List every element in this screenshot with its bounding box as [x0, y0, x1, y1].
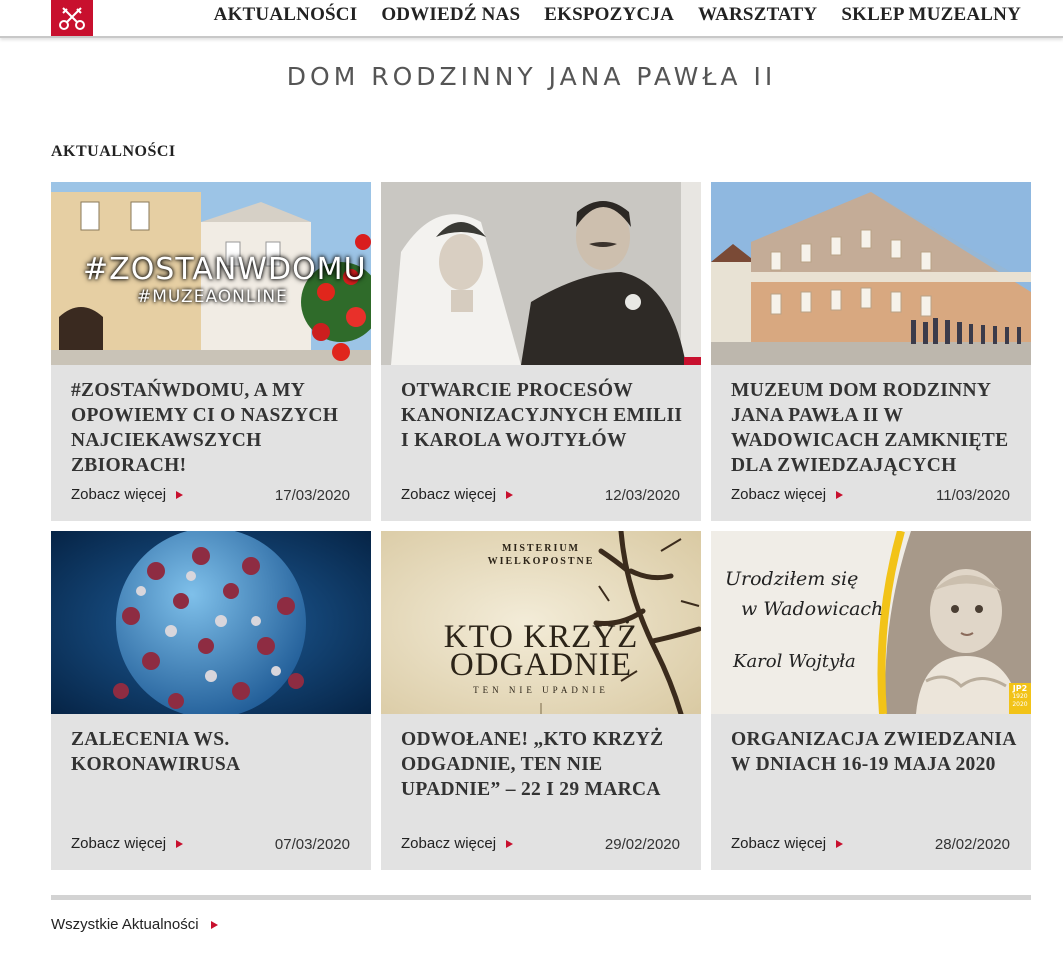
museum-logo[interactable]: [51, 0, 93, 36]
news-card[interactable]: MUZEUM DOM RODZINNY JANA PAWŁA II W WADO…: [711, 182, 1031, 521]
news-date: 12/03/2020: [604, 487, 680, 504]
read-more-link[interactable]: Zobacz więcej: [731, 486, 844, 503]
read-more-link[interactable]: Zobacz więcej: [71, 835, 184, 852]
read-more-label: Zobacz więcej: [71, 486, 167, 503]
nav-warsztaty[interactable]: WARSZTATY: [698, 4, 817, 26]
play-arrow-icon: [210, 920, 218, 929]
jp2-badge-year-end: 2020: [1012, 701, 1028, 708]
nav-ekspozycja[interactable]: EKSPOZYCJA: [544, 4, 674, 26]
news-grid: #ZOSTANWDOMU #MUZEAONLINE #ZOSTAŃWDOMU, …: [51, 182, 1031, 870]
news-card[interactable]: ZALECENIA WS. KORONAWIRUSA Zobacz więcej…: [51, 531, 371, 870]
news-date: 29/02/2020: [604, 836, 680, 853]
poster-wielkopostne: WIELKOPOSTNE: [487, 556, 595, 567]
play-arrow-icon: [176, 839, 184, 848]
nav-aktualnosci[interactable]: AKTUALNOŚCI: [214, 4, 358, 26]
read-more-link[interactable]: Zobacz więcej: [71, 486, 184, 503]
hashtag-overlay-sub: #MUZEAONLINE: [137, 287, 288, 307]
news-date: 17/03/2020: [274, 487, 350, 504]
news-image-baby-photo[interactable]: Urodziłem się w Wadowicach Karol Wojtyła…: [711, 531, 1031, 714]
play-arrow-icon: [506, 839, 514, 848]
handwriting-line-1: Urodziłem się: [725, 568, 859, 590]
section-heading: AKTUALNOŚCI: [51, 143, 176, 160]
play-arrow-icon: [506, 490, 514, 499]
news-card[interactable]: MISTERIUM WIELKOPOSTNE KTO KRZYŻ ODGADNI…: [381, 531, 701, 870]
news-title[interactable]: ZALECENIA WS. KORONAWIRUSA: [71, 727, 361, 777]
news-image-misterium-poster[interactable]: MISTERIUM WIELKOPOSTNE KTO KRZYŻ ODGADNI…: [381, 531, 701, 714]
news-card[interactable]: Urodziłem się w Wadowicach Karol Wojtyła…: [711, 531, 1031, 870]
handwriting-signature: Karol Wojtyła: [733, 651, 856, 672]
handwriting-line-2: w Wadowicach: [741, 598, 884, 620]
poster-subline: TEN NIE UPADNIE: [473, 685, 609, 695]
nav-odwiedz-nas[interactable]: ODWIEDŹ NAS: [381, 4, 520, 26]
read-more-link[interactable]: Zobacz więcej: [401, 486, 514, 503]
news-image-wedding-photo[interactable]: [381, 182, 701, 365]
news-card[interactable]: #ZOSTANWDOMU #MUZEAONLINE #ZOSTAŃWDOMU, …: [51, 182, 371, 521]
news-title[interactable]: ORGANIZACJA ZWIEDZANIA W DNIACH 16-19 MA…: [731, 727, 1021, 777]
read-more-label: Zobacz więcej: [401, 835, 497, 852]
news-title[interactable]: MUZEUM DOM RODZINNY JANA PAWŁA II W WADO…: [731, 378, 1021, 478]
poster-headline-2: ODGADNIE: [449, 647, 633, 683]
hashtag-overlay-main: #ZOSTANWDOMU: [83, 252, 367, 287]
news-title[interactable]: OTWARCIE PROCESÓW KANONIZACYJNYCH EMILII…: [401, 378, 691, 453]
news-image-coronavirus[interactable]: [51, 531, 371, 714]
all-news-link[interactable]: Wszystkie Aktualności: [51, 916, 218, 933]
crossed-keys-icon: [59, 7, 85, 30]
jp2-badge-year-start: 1920: [1012, 693, 1028, 700]
news-date: 28/02/2020: [934, 836, 1010, 853]
jp2-badge-label: JP2: [1012, 684, 1028, 693]
news-image-zostanwdomu[interactable]: #ZOSTANWDOMU #MUZEAONLINE: [51, 182, 371, 365]
section-divider: [51, 895, 1031, 900]
read-more-label: Zobacz więcej: [731, 835, 827, 852]
read-more-link[interactable]: Zobacz więcej: [401, 835, 514, 852]
all-news-label: Wszystkie Aktualności: [51, 916, 199, 933]
poster-misterium: MISTERIUM: [501, 543, 580, 554]
read-more-link[interactable]: Zobacz więcej: [731, 835, 844, 852]
play-arrow-icon: [836, 839, 844, 848]
jp2-badge: JP2 1920 2020: [1009, 685, 1031, 709]
news-card[interactable]: OTWARCIE PROCESÓW KANONIZACYJNYCH EMILII…: [381, 182, 701, 521]
news-date: 07/03/2020: [274, 836, 350, 853]
news-date: 11/03/2020: [936, 487, 1010, 504]
news-title[interactable]: ODWOŁANE! „KTO KRZYŻ ODGADNIE, TEN NIE U…: [401, 727, 691, 802]
news-image-museum-building[interactable]: [711, 182, 1031, 365]
play-arrow-icon: [836, 490, 844, 499]
read-more-label: Zobacz więcej: [71, 835, 167, 852]
read-more-label: Zobacz więcej: [401, 486, 497, 503]
news-title[interactable]: #ZOSTAŃWDOMU, A MY OPOWIEMY CI O NASZYCH…: [71, 378, 361, 478]
play-arrow-icon: [176, 490, 184, 499]
site-title: DOM RODZINNY JANA PAWŁA II: [286, 62, 777, 91]
nav-sklep-muzealny[interactable]: SKLEP MUZEALNY: [841, 4, 1021, 26]
read-more-label: Zobacz więcej: [731, 486, 827, 503]
main-menu: AKTUALNOŚCI ODWIEDŹ NAS EKSPOZYCJA WARSZ…: [214, 4, 1021, 26]
top-navigation-bar: AKTUALNOŚCI ODWIEDŹ NAS EKSPOZYCJA WARSZ…: [0, 0, 1063, 38]
